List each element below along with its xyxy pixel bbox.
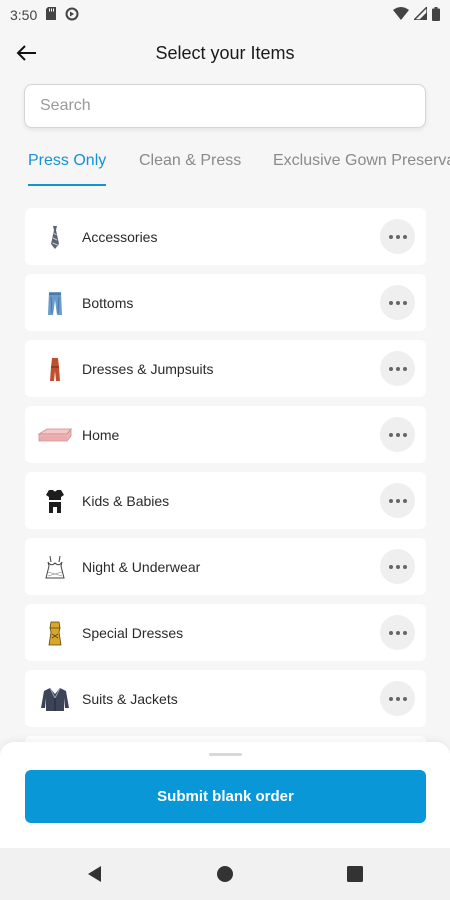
sd-card-icon xyxy=(45,7,57,23)
more-options-button[interactable] xyxy=(380,615,415,650)
category-item-suits-jackets[interactable]: Suits & Jackets xyxy=(25,670,426,727)
more-options-button[interactable] xyxy=(380,681,415,716)
home-circle-icon xyxy=(217,866,233,882)
recents-square-icon xyxy=(347,866,363,882)
tab-label: Clean & Press xyxy=(139,152,242,169)
more-options-button[interactable] xyxy=(380,219,415,254)
signal-icon xyxy=(412,5,428,23)
category-item-kids-babies[interactable]: Kids & Babies xyxy=(25,472,426,529)
tab-exclusive-gown-preservation[interactable]: Exclusive Gown Preservation xyxy=(273,140,450,188)
more-horizontal-icon xyxy=(388,630,407,635)
more-options-button[interactable] xyxy=(380,549,415,584)
category-label: Accessories xyxy=(82,228,158,245)
back-button[interactable] xyxy=(12,38,42,68)
status-bar: 3:50 xyxy=(0,0,450,30)
category-tabs: Press Only Clean & Press Exclusive Gown … xyxy=(0,140,450,188)
more-options-button[interactable] xyxy=(380,417,415,452)
category-label: Special Dresses xyxy=(82,624,184,641)
lingerie-icon xyxy=(35,547,75,587)
more-options-button[interactable] xyxy=(380,483,415,518)
back-triangle-icon xyxy=(88,866,101,882)
special-dress-icon xyxy=(35,613,75,653)
category-label: Dresses & Jumpsuits xyxy=(82,360,214,377)
category-label: Home xyxy=(82,426,120,443)
more-horizontal-icon xyxy=(388,366,407,371)
data-saver-icon xyxy=(65,7,79,24)
tie-icon xyxy=(35,217,75,257)
nav-back-button[interactable] xyxy=(83,862,107,886)
tab-press-only[interactable]: Press Only xyxy=(28,140,107,188)
page-title: Select your Items xyxy=(155,42,295,63)
bottom-sheet: Submit blank order xyxy=(0,742,450,848)
arrow-left-icon xyxy=(16,45,36,61)
app-header: Select your Items xyxy=(0,30,450,76)
more-horizontal-icon xyxy=(388,498,407,503)
more-horizontal-icon xyxy=(388,234,407,239)
category-label: Bottoms xyxy=(82,294,134,311)
category-item-dresses-jumpsuits[interactable]: Dresses & Jumpsuits xyxy=(25,340,426,397)
more-options-button[interactable] xyxy=(380,285,415,320)
tab-label: Press Only xyxy=(28,152,107,169)
wifi-icon xyxy=(393,7,409,23)
category-item-accessories[interactable]: Accessories xyxy=(25,208,426,265)
tab-label: Exclusive Gown Preservation xyxy=(273,152,450,169)
more-horizontal-icon xyxy=(388,564,407,569)
category-label: Kids & Babies xyxy=(82,492,170,509)
category-item-home[interactable]: Home xyxy=(25,406,426,463)
category-label: Night & Underwear xyxy=(82,558,201,575)
nav-recents-button[interactable] xyxy=(343,862,367,886)
more-horizontal-icon xyxy=(388,696,407,701)
tab-clean-and-press[interactable]: Clean & Press xyxy=(139,140,241,188)
jacket-icon xyxy=(35,679,75,719)
more-horizontal-icon xyxy=(388,432,407,437)
status-time: 3:50 xyxy=(10,7,38,23)
jeans-icon xyxy=(35,283,75,323)
submit-blank-order-button[interactable]: Submit blank order xyxy=(25,770,426,823)
category-item-bottoms[interactable]: Bottoms xyxy=(25,274,426,331)
more-options-button[interactable] xyxy=(380,351,415,386)
sheet-drag-handle[interactable] xyxy=(209,753,242,756)
nav-home-button[interactable] xyxy=(213,862,237,886)
folded-linen-icon xyxy=(35,415,75,455)
system-nav-bar xyxy=(0,848,450,900)
active-tab-indicator xyxy=(28,184,107,186)
baby-clothes-icon xyxy=(35,481,75,521)
battery-icon xyxy=(432,6,440,24)
category-label: Suits & Jackets xyxy=(82,690,178,707)
more-horizontal-icon xyxy=(388,300,407,305)
category-item-special-dresses[interactable]: Special Dresses xyxy=(25,604,426,661)
category-item-night-underwear[interactable]: Night & Underwear xyxy=(25,538,426,595)
jumpsuit-icon xyxy=(35,349,75,389)
search-input[interactable] xyxy=(25,85,425,127)
search-box xyxy=(24,84,426,128)
